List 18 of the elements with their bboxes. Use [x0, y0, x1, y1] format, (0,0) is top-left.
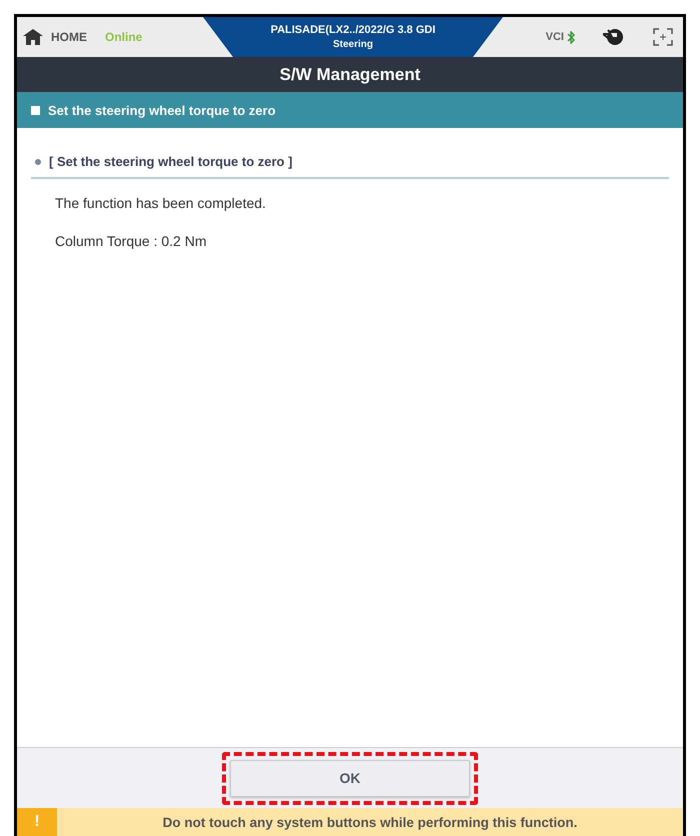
content-heading: [ Set the steering wheel torque to zero ]: [49, 154, 292, 169]
home-label[interactable]: HOME: [51, 30, 87, 44]
message-text: Column Torque : 0.2 Nm: [55, 233, 208, 249]
square-icon: [31, 106, 40, 114]
home-icon[interactable]: [23, 29, 43, 45]
section-title: Set the steering wheel torque to zero: [48, 102, 276, 118]
bluetooth-icon: [567, 30, 575, 44]
message-text: The function has been completed.: [55, 195, 267, 211]
page-title: S/W Management: [17, 57, 683, 92]
vci-status: VCI: [546, 30, 575, 44]
warning-message: Do not touch any system buttons while performing this function.: [162, 814, 578, 830]
bullet-icon: [35, 158, 41, 164]
fullscreen-icon[interactable]: [653, 28, 673, 46]
system-name: Steering: [332, 39, 373, 50]
ok-button[interactable]: OK: [230, 760, 470, 796]
vehicle-info: PALISADE(LX2../2022/G 3.8 GDI: [270, 24, 436, 36]
warning-icon: !: [17, 808, 57, 836]
connection-status: Online: [105, 30, 142, 44]
